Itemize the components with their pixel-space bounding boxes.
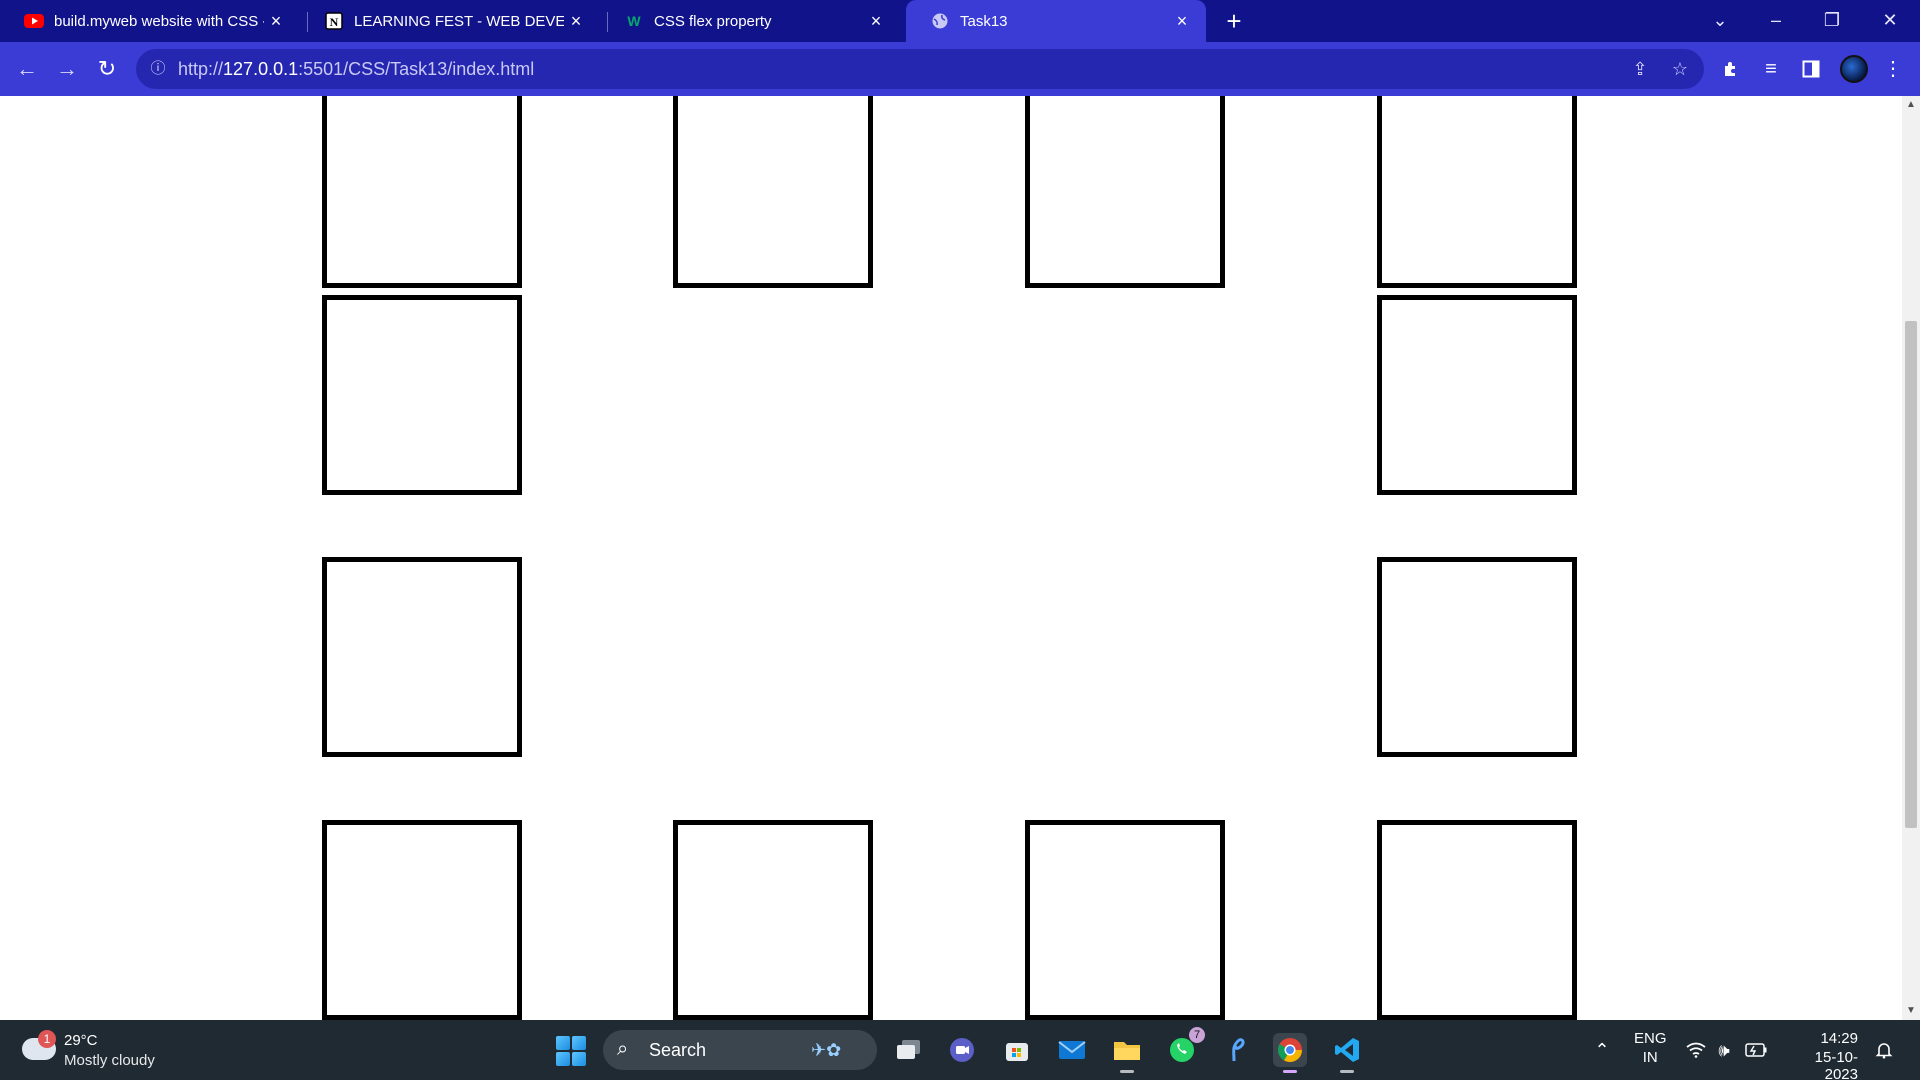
- reload-button[interactable]: ↻: [92, 54, 122, 84]
- scroll-down-arrow[interactable]: ▼: [1902, 1002, 1920, 1020]
- grid-box: [1377, 820, 1577, 1020]
- teams-icon[interactable]: [945, 1033, 979, 1067]
- taskbar-search[interactable]: ⌕ Search ✈✿: [603, 1030, 877, 1070]
- side-panel-icon[interactable]: [1796, 54, 1826, 84]
- tab-search-icon[interactable]: ⌄: [1700, 6, 1740, 34]
- notion-icon: N: [324, 11, 344, 31]
- clock-time: 14:29: [1820, 1030, 1858, 1047]
- media-queue-icon[interactable]: ≡: [1756, 54, 1786, 84]
- grid-box: [1377, 557, 1577, 757]
- whatsapp-icon[interactable]: 7: [1165, 1027, 1205, 1067]
- new-tab-button[interactable]: +: [1220, 7, 1248, 35]
- tab-title: LEARNING FEST - WEB DEVELOP: [354, 12, 564, 30]
- minimize-button[interactable]: –: [1756, 6, 1796, 34]
- grid-box: [673, 820, 873, 1020]
- vscode-icon[interactable]: [1330, 1033, 1364, 1073]
- page-viewport: [0, 96, 1902, 1020]
- bookmark-star-icon[interactable]: ☆: [1668, 57, 1692, 81]
- windows-logo-pane: [556, 1052, 570, 1066]
- clock[interactable]: 14:29 15-10-2023: [1784, 1030, 1858, 1080]
- notification-badge: 7: [1189, 1027, 1205, 1043]
- svg-text:N: N: [330, 15, 339, 29]
- browser-toolbar: ← → ↻ ⓘ http://127.0.0.1:5501/CSS/Task13…: [0, 42, 1920, 96]
- w3schools-icon: W: [624, 11, 644, 31]
- clock-date: 15-10-2023: [1814, 1049, 1858, 1080]
- address-bar[interactable]: ⓘ http://127.0.0.1:5501/CSS/Task13/index…: [136, 49, 1704, 89]
- running-indicator: [1340, 1070, 1354, 1073]
- svg-text:W: W: [627, 13, 641, 29]
- windows-logo-pane: [572, 1052, 586, 1066]
- extensions-icon[interactable]: [1716, 54, 1746, 84]
- globe-icon: [930, 11, 950, 31]
- vertical-scrollbar[interactable]: ▲ ▼: [1902, 96, 1920, 1020]
- language-indicator[interactable]: ENG IN: [1634, 1030, 1667, 1066]
- url-text: http://127.0.0.1:5501/CSS/Task13/index.h…: [178, 59, 535, 79]
- back-button[interactable]: ←: [12, 54, 42, 84]
- volume-icon[interactable]: 🕪: [1712, 1038, 1736, 1062]
- task-view-icon[interactable]: [892, 1033, 926, 1067]
- menu-kebab-icon[interactable]: ⋮: [1878, 54, 1908, 84]
- close-icon[interactable]: ×: [266, 11, 286, 31]
- restore-button[interactable]: ❐: [1812, 6, 1852, 34]
- mail-icon[interactable]: [1055, 1033, 1089, 1067]
- notifications-icon[interactable]: [1872, 1038, 1896, 1062]
- grid-box: [673, 96, 873, 288]
- grid-box: [322, 557, 522, 757]
- screen: build.myweb website with CSS - × N LEARN…: [0, 0, 1920, 1080]
- weather-condition: Mostly cloudy: [64, 1052, 155, 1069]
- forward-button[interactable]: →: [52, 54, 82, 84]
- taskbar: 1 29°C Mostly cloudy ⌕ Search ✈✿ 7 ⌃ ENG…: [0, 1020, 1920, 1080]
- pen-icon[interactable]: [1220, 1033, 1254, 1067]
- info-icon[interactable]: ⓘ: [146, 57, 170, 81]
- profile-avatar[interactable]: [1840, 55, 1868, 83]
- search-icon: ⌕: [617, 1038, 629, 1060]
- tab-title: CSS flex property: [654, 12, 772, 30]
- tab-task13[interactable]: Task13 ×: [906, 0, 1206, 42]
- tab-strip: build.myweb website with CSS - × N LEARN…: [0, 0, 1920, 42]
- running-indicator: [1120, 1070, 1134, 1073]
- tab-youtube[interactable]: build.myweb website with CSS - ×: [0, 0, 300, 42]
- grid-box: [1377, 96, 1577, 288]
- search-highlight-icon: ✈✿: [811, 1040, 842, 1060]
- grid-box: [322, 820, 522, 1020]
- grid-box: [1025, 820, 1225, 1020]
- region-code: IN: [1642, 1049, 1658, 1066]
- windows-logo-pane: [572, 1036, 586, 1050]
- search-label: Search: [649, 1040, 707, 1060]
- start-button[interactable]: [556, 1036, 586, 1066]
- file-explorer-icon[interactable]: [1110, 1033, 1144, 1073]
- language-code: ENG: [1634, 1030, 1667, 1047]
- windows-logo-pane: [556, 1036, 570, 1050]
- close-icon[interactable]: ×: [566, 11, 586, 31]
- close-window-button[interactable]: ✕: [1870, 6, 1910, 34]
- weather-temperature: 29°C: [64, 1032, 98, 1049]
- chrome-icon[interactable]: [1273, 1033, 1307, 1073]
- running-indicator: [1283, 1070, 1297, 1073]
- share-icon[interactable]: ⇪: [1628, 57, 1652, 81]
- tab-title: Task13: [960, 12, 1008, 30]
- tab-learning-fest[interactable]: N LEARNING FEST - WEB DEVELOP ×: [300, 0, 600, 42]
- grid-box: [322, 295, 522, 495]
- store-icon[interactable]: [1000, 1033, 1034, 1067]
- chevron-up-icon[interactable]: ⌃: [1590, 1038, 1614, 1062]
- weather-widget[interactable]: 1 29°C Mostly cloudy: [20, 1028, 220, 1072]
- weather-badge: 1: [38, 1030, 56, 1048]
- tab-css-flex[interactable]: W CSS flex property ×: [600, 0, 900, 42]
- scroll-up-arrow[interactable]: ▲: [1902, 96, 1920, 114]
- grid-box: [1377, 295, 1577, 495]
- close-icon[interactable]: ×: [866, 11, 886, 31]
- battery-icon[interactable]: [1744, 1038, 1768, 1062]
- scroll-thumb[interactable]: [1905, 321, 1917, 828]
- wifi-icon[interactable]: [1684, 1038, 1708, 1062]
- grid-box: [1025, 96, 1225, 288]
- grid-box: [322, 96, 522, 288]
- youtube-icon: [24, 11, 44, 31]
- tab-title: build.myweb website with CSS -: [54, 12, 264, 30]
- close-icon[interactable]: ×: [1172, 11, 1192, 31]
